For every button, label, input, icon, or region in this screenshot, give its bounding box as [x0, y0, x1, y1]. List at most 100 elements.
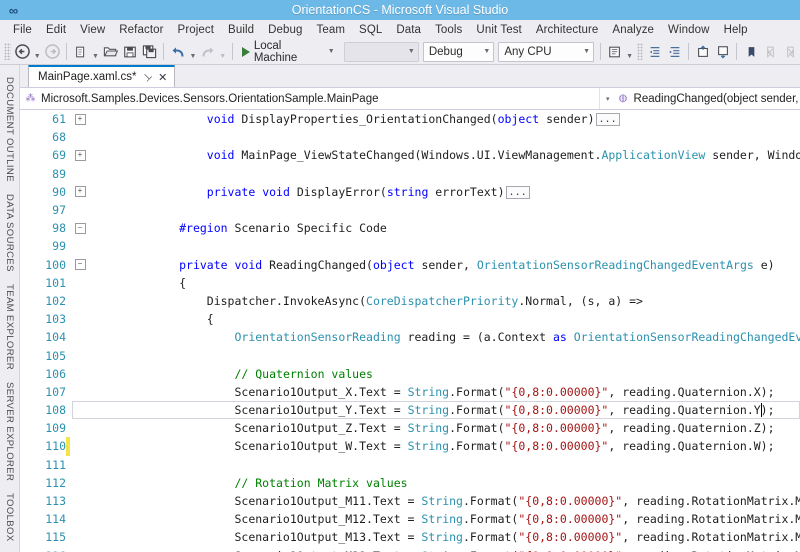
line-number: 111: [45, 457, 66, 472]
code-line[interactable]: 112 // Rotation Matrix values: [20, 474, 800, 492]
menu-item-refactor[interactable]: Refactor: [112, 23, 170, 37]
toolbar-grip[interactable]: [4, 43, 11, 60]
code-line[interactable]: 106 // Quaternion values: [20, 365, 800, 383]
save-all-icon[interactable]: [140, 41, 160, 62]
open-file-icon[interactable]: [101, 41, 121, 62]
menu-item-debug[interactable]: Debug: [261, 23, 309, 37]
menu-item-unit-test[interactable]: Unit Test: [469, 23, 528, 37]
sidebar-item-team-explorer[interactable]: TEAM EXPLORER: [2, 278, 17, 376]
toolbar-separator-2: [163, 43, 165, 60]
menu-item-sql[interactable]: SQL: [352, 23, 389, 37]
code-line[interactable]: 104 OrientationSensorReading reading = (…: [20, 328, 800, 346]
toolbar-grip-2[interactable]: [636, 43, 644, 60]
fold-margin[interactable]: −: [72, 259, 88, 271]
code-line[interactable]: 103 {: [20, 310, 800, 328]
menu-item-build[interactable]: Build: [221, 23, 261, 37]
uncomment-selection-icon[interactable]: [713, 41, 733, 62]
code-line[interactable]: 102 Dispatcher.InvokeAsync(CoreDispatche…: [20, 292, 800, 310]
code-line[interactable]: 68: [20, 128, 800, 146]
menu-item-help[interactable]: Help: [717, 23, 755, 37]
code-line[interactable]: 101 {: [20, 274, 800, 292]
code-line[interactable]: 69 + void MainPage_ViewStateChanged(Windo…: [20, 146, 800, 164]
code-line[interactable]: 110 Scenario1Output_W.Text = String.Form…: [20, 437, 800, 456]
sidebar-item-toolbox[interactable]: TOOLBOX: [2, 487, 17, 548]
new-project-icon[interactable]: [71, 41, 91, 62]
new-project-dropdown-icon[interactable]: ▼: [90, 39, 100, 65]
find-dropdown-icon[interactable]: ▼: [625, 39, 635, 65]
menu-item-view[interactable]: View: [73, 23, 112, 37]
code-editor[interactable]: 61 + void DisplayProperties_OrientationCh…: [20, 110, 800, 552]
undo-icon[interactable]: [168, 41, 188, 62]
decrease-indent-icon[interactable]: [645, 41, 665, 62]
save-icon[interactable]: [120, 41, 140, 62]
line-number: 98: [52, 221, 66, 236]
code-token: as: [552, 330, 567, 345]
code-line[interactable]: 115 Scenario1Output_M13.Text = String.Fo…: [20, 528, 800, 546]
collapse-region-icon[interactable]: −: [74, 259, 86, 271]
code-line[interactable]: 99: [20, 237, 800, 255]
menu-item-file[interactable]: File: [6, 23, 39, 37]
solution-configuration-combo[interactable]: Debug ▼: [422, 41, 495, 62]
code-line[interactable]: 116 Scenario1Output_M21.Text = String.Fo…: [20, 547, 800, 552]
line-number: 114: [45, 512, 66, 527]
code-text: void MainPage_ViewStateChanged(Windows.U…: [88, 148, 800, 162]
close-icon[interactable]: ✕: [157, 71, 168, 84]
code-line[interactable]: 109 Scenario1Output_Z.Text = String.Form…: [20, 419, 800, 437]
increase-indent-icon[interactable]: [665, 41, 685, 62]
fold-margin[interactable]: −: [72, 222, 88, 234]
menu-item-window[interactable]: Window: [661, 23, 717, 37]
comment-selection-icon[interactable]: [693, 41, 713, 62]
sidebar-item-document-outline[interactable]: DOCUMENT OUTLINE: [2, 71, 17, 188]
find-in-files-icon[interactable]: [605, 41, 625, 62]
menu-item-data[interactable]: Data: [389, 23, 428, 37]
target-device-combo[interactable]: ▼: [343, 41, 419, 62]
sidebar-item-server-explorer[interactable]: SERVER EXPLORER: [2, 376, 17, 487]
code-line[interactable]: 98− #region Scenario Specific Code: [20, 219, 800, 237]
expand-region-icon[interactable]: +: [74, 149, 86, 161]
code-line[interactable]: 114 Scenario1Output_M12.Text = String.Fo…: [20, 510, 800, 528]
code-line[interactable]: 90 + private void DisplayError(string err…: [20, 183, 800, 201]
menu-item-tools[interactable]: Tools: [428, 23, 469, 37]
menu-item-edit[interactable]: Edit: [39, 23, 73, 37]
collapsed-block-ellipsis[interactable]: ...: [595, 113, 620, 127]
chevron-down-icon: ▾: [606, 95, 610, 103]
toggle-bookmark-icon[interactable]: [741, 41, 761, 62]
code-line[interactable]: 111: [20, 456, 800, 474]
expand-region-icon[interactable]: +: [74, 113, 86, 125]
menu-item-project[interactable]: Project: [171, 23, 222, 37]
fold-margin[interactable]: +: [72, 149, 88, 161]
navigate-back-dropdown-icon[interactable]: ▼: [32, 39, 42, 65]
menu-item-team[interactable]: Team: [310, 23, 353, 37]
code-line[interactable]: 113 Scenario1Output_M11.Text = String.Fo…: [20, 492, 800, 510]
fold-margin[interactable]: +: [72, 113, 88, 125]
start-debugging-button[interactable]: Local Machine ▼: [237, 40, 342, 64]
undo-dropdown-icon[interactable]: ▼: [188, 39, 198, 65]
member-navigation-dropdown[interactable]: ▾ ◍ ReadingChanged(object sender, Orient…: [599, 88, 800, 109]
line-number: 110: [45, 439, 66, 454]
menu-item-architecture[interactable]: Architecture: [529, 23, 606, 37]
sidebar-item-data-sources[interactable]: DATA SOURCES: [2, 188, 17, 278]
code-line[interactable]: 89: [20, 165, 800, 183]
pin-icon[interactable]: ⊣: [140, 70, 154, 84]
expand-region-icon[interactable]: +: [74, 186, 86, 198]
code-line[interactable]: 107 Scenario1Output_X.Text = String.Form…: [20, 383, 800, 401]
document-tab-mainpage-xaml-cs[interactable]: MainPage.xaml.cs* ⊣ ✕: [28, 65, 176, 87]
code-line[interactable]: 97: [20, 201, 800, 219]
code-line[interactable]: 105: [20, 346, 800, 364]
code-line[interactable]: 108 Scenario1Output_Y.Text = String.Form…: [20, 401, 800, 420]
menu-item-analyze[interactable]: Analyze: [605, 23, 661, 37]
solution-platform-combo[interactable]: Any CPU ▼: [498, 41, 594, 62]
code-text: {: [88, 312, 800, 326]
collapsed-block-ellipsis[interactable]: ...: [505, 185, 530, 199]
start-debugging-dropdown-icon[interactable]: ▼: [325, 48, 338, 55]
code-line[interactable]: 100− private void ReadingChanged(object …: [20, 256, 800, 274]
collapse-region-icon[interactable]: −: [74, 222, 86, 234]
fold-margin[interactable]: +: [72, 186, 88, 198]
code-token: DisplayError(: [289, 184, 387, 199]
code-token: void: [234, 257, 263, 272]
navigate-back-icon[interactable]: [13, 41, 33, 62]
type-navigation-dropdown[interactable]: ⁂ Microsoft.Samples.Devices.Sensors.Orie…: [20, 88, 599, 109]
code-line[interactable]: 61 + void DisplayProperties_OrientationCh…: [20, 110, 800, 128]
